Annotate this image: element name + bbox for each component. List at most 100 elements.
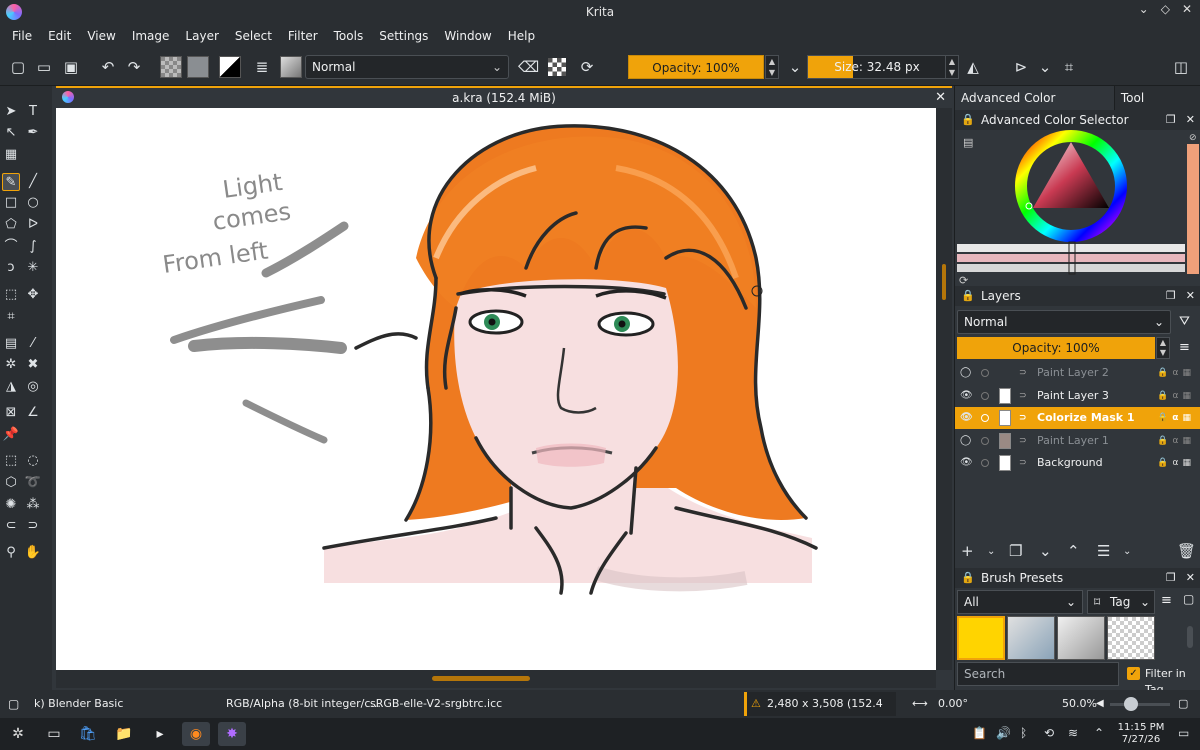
layer-menu-icon[interactable]: ≡ (1179, 340, 1190, 355)
lock-icon[interactable]: 🔒 (961, 568, 975, 588)
visibility-hidden-icon[interactable]: ◯ (960, 430, 971, 452)
clipboard-icon[interactable]: 📋 (972, 726, 987, 740)
lock-icon[interactable]: 🔒 (961, 110, 975, 130)
enclose-fill-tool-icon[interactable]: ◎ (24, 378, 42, 396)
layer-opacity-spin[interactable]: ▲ ▼ (1156, 337, 1170, 359)
menu-image[interactable]: Image (124, 24, 178, 48)
brush-settings-icon[interactable]: ≣ (253, 58, 271, 76)
polygon-select-tool-icon[interactable]: ⬡ (2, 474, 20, 492)
rectangle-tool-icon[interactable]: □ (2, 194, 20, 212)
assistant-tool-icon[interactable]: ▦ (2, 146, 20, 164)
canvas-only-icon[interactable]: ◫ (1172, 58, 1190, 76)
close-panel-icon[interactable]: ✕ (1186, 286, 1195, 306)
layer-flags[interactable]: 🔒α▦ (1157, 452, 1195, 474)
vertical-scroll-thumb[interactable] (942, 264, 946, 300)
freehand-path-tool-icon[interactable]: ∫ (24, 238, 42, 256)
canvas[interactable]: Light comes From left (56, 108, 936, 670)
smart-patch-tool-icon[interactable]: ✖ (24, 356, 42, 374)
color-selector-widget[interactable]: ▤ ⟳ ⊘ (955, 130, 1200, 288)
vertical-scrollbar[interactable] (936, 108, 952, 670)
redo-icon[interactable]: ↷ (125, 58, 143, 76)
preset-search-input[interactable]: Search (957, 662, 1119, 686)
open-document-icon[interactable]: ▭ (35, 58, 53, 76)
preset-scrollbar[interactable] (1187, 626, 1193, 648)
bezier-select-tool-icon[interactable]: ⊂ (2, 517, 20, 535)
chevron-down-icon[interactable]: ⌄ (1036, 58, 1054, 76)
line-tool-icon[interactable]: ╱ (24, 173, 42, 191)
layer-flags[interactable]: 🔒α▦ (1157, 385, 1195, 407)
updates-icon[interactable]: ⟲ (1044, 726, 1054, 740)
colorize-mask-tool-icon[interactable]: ✲ (2, 356, 20, 374)
preset-filter-select[interactable]: All ⌄ (957, 590, 1083, 614)
zoom-slider-knob[interactable] (1124, 697, 1138, 711)
magnetic-select-tool-icon[interactable]: ⊃ (24, 517, 42, 535)
select-shape-tool-icon[interactable]: ➤ (2, 103, 20, 121)
contiguous-select-tool-icon[interactable]: ✺ (2, 496, 20, 514)
mirror-horizontal-icon[interactable]: ◭ (964, 58, 982, 76)
menu-filter[interactable]: Filter (280, 24, 326, 48)
visibility-icon[interactable]: 👁 (960, 452, 973, 474)
preset-tile[interactable] (1007, 616, 1055, 660)
network-icon[interactable]: ≋ (1068, 726, 1078, 740)
gradient-tool-icon[interactable]: ▤ (2, 335, 20, 353)
crop-tool-icon[interactable]: ⌗ (2, 308, 20, 326)
add-layer-icon[interactable]: + (961, 542, 974, 560)
color-picker-tool-icon[interactable]: ⁄ (24, 335, 42, 353)
layer-flags[interactable]: 🔒α▦ (1157, 407, 1195, 429)
terminal-icon[interactable]: ▸ (146, 722, 174, 746)
edit-shapes-tool-icon[interactable]: ↖ (2, 124, 20, 142)
maximize-icon[interactable]: ◇ (1161, 2, 1170, 16)
preset-menu-icon[interactable]: ≡ (1161, 593, 1172, 608)
menu-help[interactable]: Help (500, 24, 543, 48)
pattern-selector[interactable] (187, 56, 209, 78)
visibility-icon[interactable]: 👁 (960, 385, 973, 407)
menu-settings[interactable]: Settings (371, 24, 436, 48)
blend-mode-select[interactable]: Normal ⌄ (305, 55, 509, 79)
calligraphy-tool-icon[interactable]: ✒ (24, 124, 42, 142)
close-document-icon[interactable]: ✕ (935, 90, 946, 105)
fill-tool-icon[interactable]: ◮ (2, 378, 20, 396)
pager-icon[interactable]: ▭ (40, 722, 68, 746)
opacity-spin[interactable]: ▲ ▼ (765, 55, 779, 79)
chevron-down-icon[interactable]: ⌄ (1123, 546, 1131, 557)
tag-button[interactable]: ⌑ Tag ⌄ (1087, 590, 1155, 614)
gradient-selector[interactable] (160, 56, 182, 78)
firefox-icon[interactable]: ◉ (182, 722, 210, 746)
measure-tool-icon[interactable]: ∠ (24, 404, 42, 422)
preset-view-icon[interactable]: ▢ (1183, 592, 1194, 606)
bezier-tool-icon[interactable]: ⌒ (2, 238, 20, 256)
document-tab[interactable]: a.kra (152.4 MiB) ✕ (56, 86, 952, 108)
delete-layer-icon[interactable]: 🗑 (1177, 542, 1196, 560)
ellipse-select-tool-icon[interactable]: ◌ (24, 452, 42, 470)
pan-tool-icon[interactable]: ✋ (24, 544, 42, 562)
ellipse-tool-icon[interactable]: ○ (24, 194, 42, 212)
rect-select-tool-icon[interactable]: ⬚ (2, 452, 20, 470)
close-panel-icon[interactable]: ✕ (1186, 568, 1195, 588)
horizontal-scrollbar[interactable] (56, 670, 936, 688)
menu-select[interactable]: Select (227, 24, 280, 48)
app-launcher-icon[interactable]: ✲ (4, 722, 32, 746)
brush-preset-thumbnail[interactable] (280, 56, 302, 78)
tab-advanced-color-selector[interactable]: Advanced Color Selector (955, 86, 1115, 129)
size-slider[interactable]: Size: 32.48 px (807, 55, 959, 79)
visibility-hidden-icon[interactable]: ◯ (960, 362, 971, 384)
chevron-down-icon[interactable]: ⌄ (987, 546, 995, 557)
layer-opacity-slider[interactable]: Opacity: 100% (957, 337, 1155, 359)
save-icon[interactable]: ▣ (62, 58, 80, 76)
volume-icon[interactable]: 🔊 (996, 726, 1011, 740)
reference-images-tool-icon[interactable]: 📌 (2, 426, 20, 444)
multibrush-tool-icon[interactable]: ✳ (24, 259, 42, 277)
minimize-icon[interactable]: ⌄ (1139, 2, 1149, 16)
mirror-vertical-icon[interactable]: ⊳ (1012, 58, 1030, 76)
freehand-brush-tool-icon[interactable]: ✎ (2, 173, 20, 191)
text-tool-icon[interactable]: T (24, 103, 42, 121)
opacity-slider[interactable]: Opacity: 100% (628, 55, 764, 79)
tab-tool-options[interactable]: Tool Options (1115, 86, 1200, 129)
polygon-tool-icon[interactable]: ⬠ (2, 216, 20, 234)
dynamic-brush-tool-icon[interactable]: ↄ (2, 259, 20, 277)
layer-row[interactable]: 👁 ⊃ Paint Layer 3 🔒α▦ (955, 385, 1200, 407)
crop-icon[interactable]: ⌗ (1060, 58, 1078, 76)
file-manager-icon[interactable]: 📁 (110, 722, 138, 746)
move-tool-icon[interactable]: ✥ (24, 286, 42, 304)
menu-window[interactable]: Window (436, 24, 499, 48)
